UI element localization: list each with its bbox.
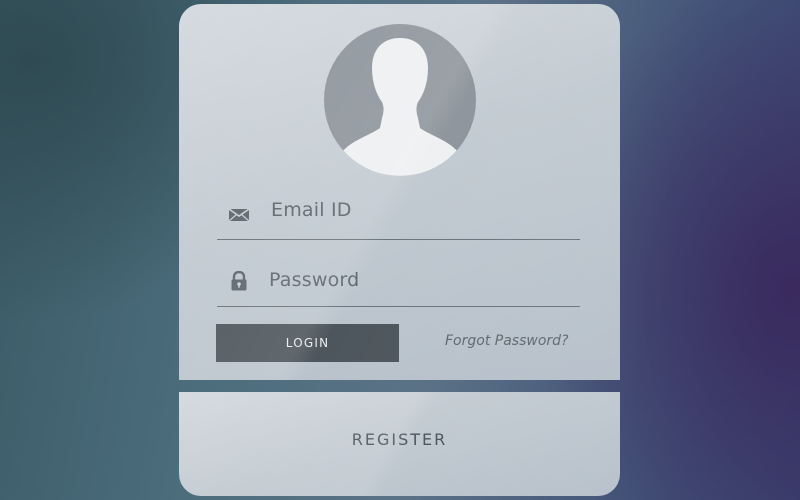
password-label: Password: [269, 269, 360, 291]
email-field[interactable]: Email ID: [217, 190, 580, 240]
avatar: [324, 24, 476, 176]
register-card[interactable]: REGISTER: [179, 392, 620, 496]
login-card: Email ID Password LOGIN Forgot Password?: [179, 4, 620, 380]
login-button[interactable]: LOGIN: [216, 324, 399, 362]
forgot-password-link[interactable]: Forgot Password?: [445, 333, 568, 349]
lock-icon: [229, 270, 249, 291]
user-silhouette-icon: [332, 38, 468, 176]
envelope-icon: [228, 204, 250, 224]
email-label: Email ID: [271, 199, 352, 221]
register-button[interactable]: REGISTER: [179, 430, 620, 449]
password-field[interactable]: Password: [217, 257, 580, 307]
